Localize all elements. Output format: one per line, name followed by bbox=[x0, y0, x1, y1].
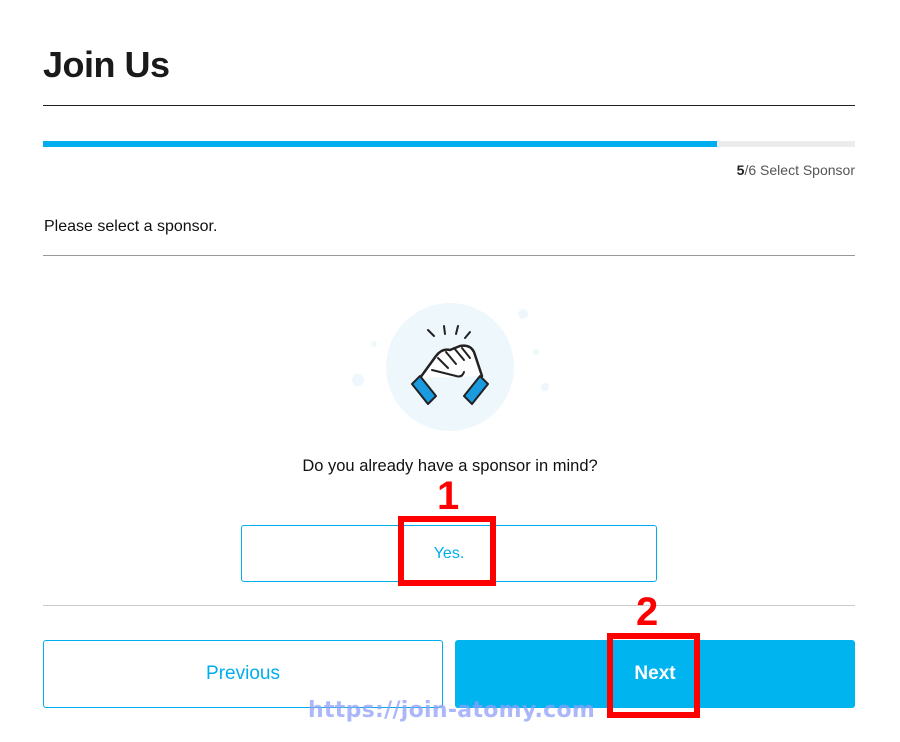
progress-bar-fill bbox=[43, 141, 717, 147]
watermark: https://join-atomy.com bbox=[308, 698, 596, 723]
annotation-number-1: 1 bbox=[437, 474, 460, 518]
handshake-illustration bbox=[340, 292, 560, 442]
footer-divider bbox=[43, 605, 855, 606]
progress-step-name: Select Sponsor bbox=[756, 162, 855, 178]
section-title: Please select a sponsor. bbox=[44, 218, 218, 235]
handshake-icon bbox=[352, 303, 549, 431]
progress-total-steps: /6 bbox=[744, 162, 757, 178]
page-title: Join Us bbox=[43, 44, 170, 85]
progress-label: 5/6 Select Sponsor bbox=[737, 162, 855, 178]
progress-bar bbox=[43, 141, 855, 147]
section-divider bbox=[43, 255, 855, 256]
annotation-number-2: 2 bbox=[636, 590, 659, 634]
yes-button[interactable]: Yes. bbox=[241, 525, 657, 582]
title-divider bbox=[43, 105, 855, 106]
